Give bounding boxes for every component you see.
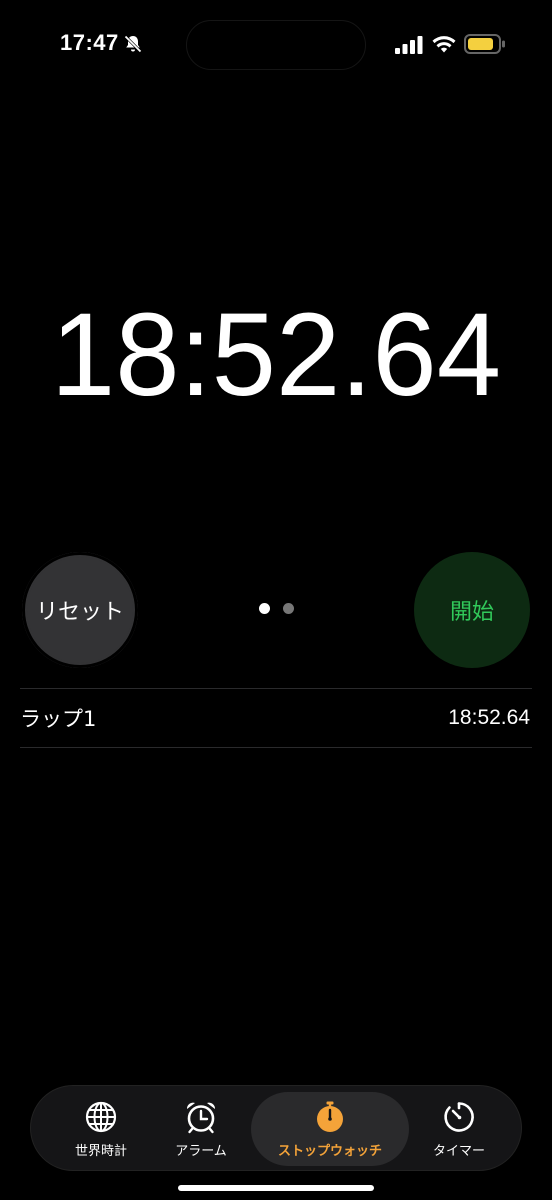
bell-slash-icon — [124, 35, 142, 53]
battery-icon — [464, 34, 505, 54]
lap-list: ラップ1 18:52.64 — [20, 688, 532, 748]
reset-button[interactable]: リセット — [22, 552, 138, 668]
globe-icon — [85, 1101, 117, 1132]
lap-row: ラップ1 18:52.64 — [20, 689, 532, 747]
tab-bar: 世界時計 アラーム ストップウォッチ タイマー — [30, 1085, 522, 1171]
dynamic-island — [186, 20, 366, 70]
reset-button-label: リセット — [35, 600, 124, 625]
stopwatch-icon — [317, 1101, 343, 1132]
tab-world-clock[interactable]: 世界時計 — [51, 1092, 151, 1166]
status-bar: 17:47 — [0, 0, 552, 92]
stopwatch-display: 18:52.64 — [50, 289, 502, 421]
cellular-signal-icon — [395, 36, 423, 54]
start-button[interactable]: 開始 — [414, 552, 530, 668]
tab-label: タイマー — [432, 1143, 485, 1159]
tab-label: ストップウォッチ — [277, 1143, 382, 1159]
wifi-icon — [432, 36, 456, 53]
page-dot-active[interactable] — [259, 603, 270, 614]
lap-time: 18:52.64 — [448, 706, 530, 729]
tab-label: アラーム — [175, 1143, 227, 1159]
tab-alarm[interactable]: アラーム — [151, 1092, 251, 1166]
start-button-label: 開始 — [449, 600, 494, 625]
tab-timer[interactable]: タイマー — [409, 1092, 509, 1166]
status-time: 17:47 — [60, 30, 119, 55]
home-indicator[interactable] — [178, 1185, 374, 1191]
page-indicator[interactable] — [257, 603, 297, 615]
divider — [20, 747, 532, 748]
page-dot-inactive[interactable] — [283, 603, 294, 614]
tab-label: 世界時計 — [74, 1143, 127, 1159]
alarm-clock-icon — [186, 1102, 216, 1133]
timer-icon — [444, 1101, 474, 1132]
tab-stopwatch[interactable]: ストップウォッチ — [251, 1092, 409, 1166]
lap-label: ラップ1 — [20, 707, 97, 731]
